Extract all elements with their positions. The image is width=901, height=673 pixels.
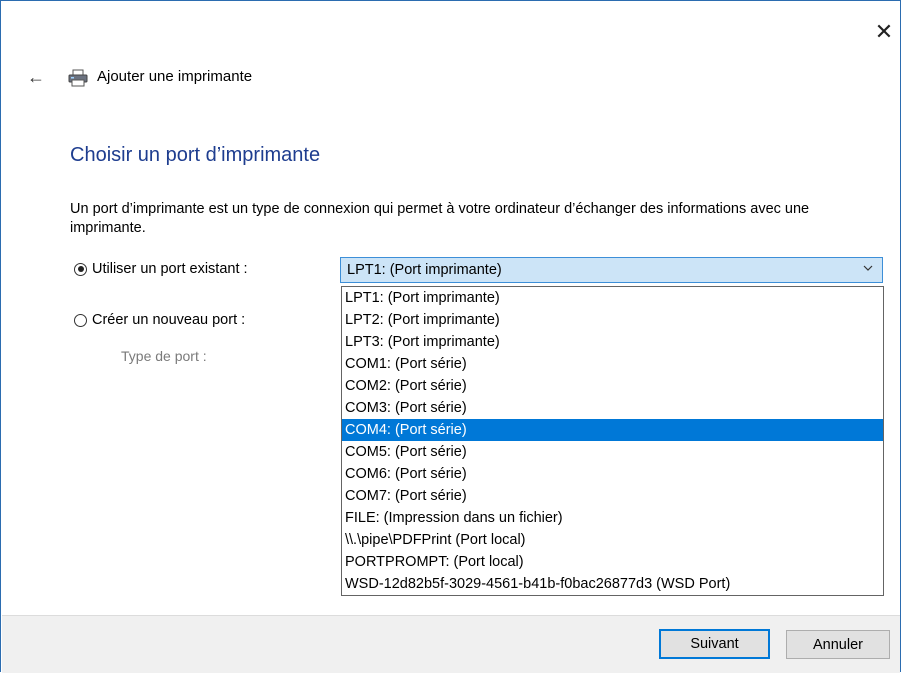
page-heading: Choisir un port d’imprimante [70, 144, 321, 166]
dropdown-item[interactable]: PORTPROMPT: (Port local) [342, 551, 883, 573]
dropdown-item[interactable]: WSD-12d82b5f-3029-4561-b41b-f0bac26877d3… [342, 573, 883, 595]
existing-port-radio[interactable] [74, 262, 87, 276]
add-printer-window: ✕ ← Ajouter une imprimante Choisir un po… [0, 0, 901, 673]
wizard-title: Ajouter une imprimante [97, 68, 253, 85]
dropdown-item[interactable]: LPT3: (Port imprimante) [342, 331, 883, 353]
dropdown-item[interactable]: COM6: (Port série) [342, 463, 883, 485]
close-icon[interactable]: ✕ [873, 21, 895, 43]
port-dropdown-list[interactable]: LPT1: (Port imprimante) LPT2: (Port impri… [341, 286, 884, 596]
new-port-option[interactable]: Créer un nouveau port : [74, 312, 245, 328]
chevron-down-icon[interactable] [862, 262, 874, 277]
next-button[interactable]: Suivant [659, 629, 770, 659]
dropdown-item[interactable]: LPT1: (Port imprimante) [342, 287, 883, 309]
printer-icon [68, 69, 88, 87]
back-arrow-icon[interactable]: ← [27, 67, 47, 87]
dropdown-item[interactable]: COM5: (Port série) [342, 441, 883, 463]
port-type-label: Type de port : [121, 348, 207, 364]
dropdown-item[interactable]: COM7: (Port série) [342, 485, 883, 507]
dropdown-item[interactable]: LPT2: (Port imprimante) [342, 309, 883, 331]
existing-port-select-value: LPT1: (Port imprimante) [347, 262, 502, 278]
dropdown-item[interactable]: \\.\pipe\PDFPrint (Port local) [342, 529, 883, 551]
existing-port-label: Utiliser un port existant : [92, 261, 248, 277]
wizard-footer: Suivant Annuler [2, 615, 900, 673]
dropdown-item[interactable]: COM2: (Port série) [342, 375, 883, 397]
dropdown-item[interactable]: COM4: (Port série) [342, 419, 883, 441]
new-port-label: Créer un nouveau port : [92, 312, 246, 328]
dropdown-item[interactable]: COM1: (Port série) [342, 353, 883, 375]
existing-port-select[interactable]: LPT1: (Port imprimante) [340, 257, 883, 283]
cancel-button[interactable]: Annuler [786, 630, 890, 659]
existing-port-option[interactable]: Utiliser un port existant : [74, 261, 248, 277]
page-description: Un port d’imprimante est un type de conn… [70, 201, 810, 236]
dropdown-item[interactable]: COM3: (Port série) [342, 397, 883, 419]
dropdown-item[interactable]: FILE: (Impression dans un fichier) [342, 507, 883, 529]
new-port-radio[interactable] [74, 313, 87, 327]
